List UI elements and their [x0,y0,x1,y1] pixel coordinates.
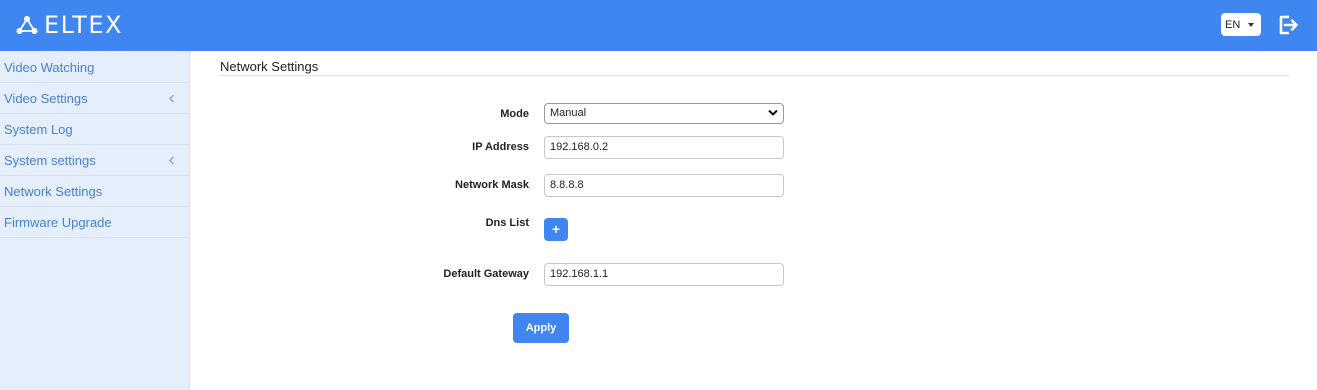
sidebar-item-system-log[interactable]: System Log [0,114,189,145]
dns-list-label: Dns List [485,217,529,229]
apply-button[interactable]: Apply [513,313,569,343]
sidebar-item-label: Video Settings [4,91,88,106]
mode-select[interactable]: Manual [544,103,784,124]
default-gateway-label: Default Gateway [443,268,529,280]
chevron-down-icon [768,109,778,116]
brand-logo[interactable]: ELTEX [16,11,123,39]
add-dns-button[interactable]: + [544,218,568,241]
ip-address-input[interactable]: 192.168.0.2 [544,136,784,159]
language-select[interactable]: EN [1221,13,1261,36]
logout-button[interactable] [1276,13,1300,37]
sidebar-item-system-settings[interactable]: System settings [0,145,189,176]
mode-label: Mode [500,108,529,120]
network-mask-input[interactable]: 8.8.8.8 [544,174,784,197]
mode-value: Manual [550,107,587,119]
top-header: ELTEX EN [0,0,1317,51]
network-mask-label: Network Mask [455,179,529,191]
eltex-logo-icon [16,16,38,34]
sidebar-item-label: Network Settings [4,184,103,199]
logout-icon [1279,15,1298,35]
sidebar-item-label: System settings [4,153,96,168]
sidebar-item-network-settings[interactable]: Network Settings [0,176,189,207]
sidebar-item-video-watching[interactable]: Video Watching [0,51,189,83]
sidebar-item-firmware-upgrade[interactable]: Firmware Upgrade [0,207,189,238]
brand-name: ELTEX [44,11,123,39]
sidebar-item-label: System Log [4,122,73,137]
caret-down-icon [1248,23,1254,27]
chevron-left-icon [169,94,174,103]
ip-address-label: IP Address [472,141,529,153]
chevron-left-icon [169,156,174,165]
main-content: Network Settings Mode Manual IP Address … [190,51,1317,390]
sidebar-item-video-settings[interactable]: Video Settings [0,83,189,114]
title-divider [220,75,1289,76]
page-title: Network Settings [220,59,319,74]
sidebar-item-label: Video Watching [4,60,95,75]
default-gateway-input[interactable]: 192.168.1.1 [544,263,784,286]
sidebar-item-label: Firmware Upgrade [4,215,112,230]
sidebar: Video Watching Video Settings System Log… [0,51,190,390]
language-value: EN [1225,18,1241,31]
